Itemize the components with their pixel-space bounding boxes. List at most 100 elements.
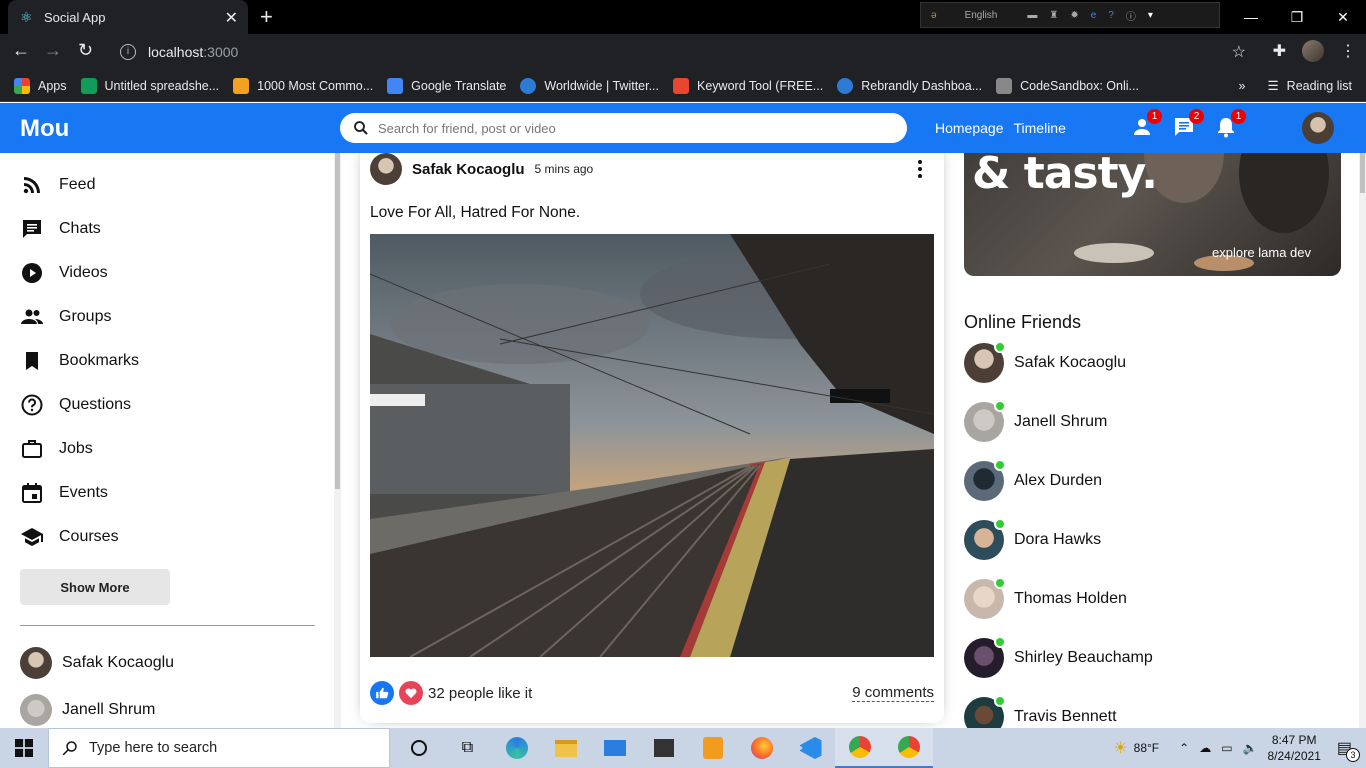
browser-tab[interactable]: ⚛ Social App ✕ <box>8 0 248 34</box>
friend-requests-button[interactable]: 1 <box>1130 109 1162 139</box>
sidebar-item-questions[interactable]: Questions <box>20 393 131 417</box>
notifications-button[interactable]: 1 <box>1214 109 1246 139</box>
more-vert-icon[interactable] <box>908 157 932 181</box>
bookmarks-overflow-button[interactable]: » <box>1239 79 1246 93</box>
minimize-icon[interactable]: — <box>1228 0 1274 34</box>
bookmark-rebrandly[interactable]: Rebrandly Dashboa... <box>837 77 982 94</box>
forward-arrow-icon[interactable]: → <box>44 40 62 61</box>
bookmark-keyword-tool[interactable]: Keyword Tool (FREE... <box>673 77 823 94</box>
clock[interactable]: 8:47 PM 8/24/2021 <box>1267 732 1320 764</box>
sidebar-item-videos[interactable]: Videos <box>20 261 108 285</box>
sidebar-item-groups[interactable]: Groups <box>20 305 111 329</box>
chevron-up-icon[interactable]: ⌃ <box>1179 741 1189 755</box>
reading-list-button[interactable]: ☰ Reading list <box>1267 78 1352 94</box>
site-info-icon[interactable]: i <box>120 44 136 60</box>
play-circle-icon <box>22 263 42 283</box>
online-friend[interactable]: Janell Shrum <box>964 400 1107 442</box>
file-explorer-app[interactable] <box>541 728 590 768</box>
bookmark-apps[interactable]: Apps <box>14 77 67 94</box>
sidebar-scroll-thumb[interactable] <box>335 153 340 489</box>
bookmark-codesandbox[interactable]: CodeSandbox: Onli... <box>996 77 1139 94</box>
help-icon[interactable]: ? <box>1108 10 1114 21</box>
search-input[interactable] <box>378 120 878 136</box>
store-app[interactable] <box>639 728 688 768</box>
page-scrollbar[interactable] <box>1359 153 1366 728</box>
start-button[interactable] <box>0 728 48 768</box>
online-friend[interactable]: Alex Durden <box>964 459 1102 501</box>
extension-icon[interactable]: ♜ <box>1049 10 1058 21</box>
task-view-button[interactable]: ⧉ <box>443 728 492 768</box>
ad-banner[interactable]: & tasty. explore lama dev <box>964 153 1341 276</box>
homepage-link[interactable]: Homepage <box>935 120 1004 136</box>
reload-icon[interactable]: ↻ <box>78 40 93 61</box>
gear-icon[interactable]: ✹ <box>1070 10 1078 21</box>
messages-button[interactable]: 2 <box>1172 109 1204 139</box>
network-icon[interactable]: ▭ <box>1221 741 1232 755</box>
sublime-app[interactable] <box>688 728 737 768</box>
love-button[interactable] <box>399 681 423 705</box>
address-bar[interactable]: i localhost:3000 <box>110 38 1260 66</box>
chrome-app-2[interactable] <box>884 728 933 768</box>
online-friend[interactable]: Thomas Holden <box>964 577 1127 619</box>
edge-app[interactable] <box>492 728 541 768</box>
avatar[interactable] <box>370 153 402 185</box>
chrome-app[interactable] <box>835 728 884 768</box>
online-friend[interactable]: Dora Hawks <box>964 518 1101 560</box>
language-label[interactable]: English <box>965 10 998 21</box>
url-host: localhost <box>148 44 204 60</box>
timeline-link[interactable]: Timeline <box>1014 120 1066 136</box>
bookmark-label: Worldwide | Twitter... <box>544 78 660 93</box>
extension-icon[interactable]: ▬ <box>1027 10 1037 21</box>
menu-kebab-icon[interactable]: ⋮ <box>1340 41 1356 61</box>
sidebar-item-chats[interactable]: Chats <box>20 217 101 241</box>
bookmark-star-icon[interactable]: ☆ <box>1232 42 1246 62</box>
weather-widget[interactable]: ☀ 88°F <box>1113 738 1159 758</box>
edge-icon[interactable]: e <box>1091 10 1097 21</box>
info-icon[interactable]: ⓘ <box>1126 8 1136 23</box>
sidebar-item-feed[interactable]: Feed <box>20 173 95 197</box>
taskbar-search[interactable]: Type here to search <box>48 728 390 768</box>
like-button[interactable] <box>370 681 394 705</box>
heart-icon <box>405 688 417 699</box>
avatar <box>20 694 52 726</box>
notification-center-button[interactable]: ▤ 3 <box>1337 738 1360 762</box>
volume-icon[interactable]: 🔈 <box>1243 741 1258 755</box>
restore-icon[interactable]: ❐ <box>1274 0 1320 34</box>
sidebar-friend[interactable]: Janell Shrum <box>20 694 155 726</box>
new-tab-button[interactable]: + <box>260 4 273 30</box>
mail-app[interactable] <box>590 728 639 768</box>
sidebar-item-jobs[interactable]: Jobs <box>20 437 93 461</box>
vscode-app[interactable] <box>786 728 835 768</box>
windows-logo-icon <box>15 739 33 757</box>
online-friend[interactable]: Travis Bennett <box>964 695 1117 728</box>
sidebar-friend[interactable]: Safak Kocaoglu <box>20 647 174 679</box>
bookmark-twitter[interactable]: Worldwide | Twitter... <box>520 77 660 94</box>
show-more-button[interactable]: Show More <box>20 569 170 605</box>
back-arrow-icon[interactable]: ← <box>12 40 30 61</box>
bookmark-translate[interactable]: Google Translate <box>387 77 506 94</box>
comments-link[interactable]: 9 comments <box>852 684 934 702</box>
close-window-icon[interactable]: ✕ <box>1320 0 1366 34</box>
friend-requests-badge: 1 <box>1147 109 1162 124</box>
onedrive-cloud-icon[interactable]: ☁ <box>1199 741 1211 755</box>
extension-icon[interactable]: ə <box>931 10 937 21</box>
sidebar-item-events[interactable]: Events <box>20 481 108 505</box>
profile-avatar[interactable] <box>1302 40 1324 62</box>
bookmark-spreadsheet[interactable]: Untitled spreadshe... <box>80 77 219 94</box>
app-logo[interactable]: Mou <box>20 115 69 143</box>
online-friend[interactable]: Safak Kocaoglu <box>964 341 1126 383</box>
bookmark-1000-words[interactable]: 1000 Most Commo... <box>233 77 373 94</box>
extensions-puzzle-icon[interactable]: ✚ <box>1273 41 1286 61</box>
close-tab-icon[interactable]: ✕ <box>225 8 238 28</box>
online-friend[interactable]: Shirley Beauchamp <box>964 636 1153 678</box>
sidebar-item-courses[interactable]: Courses <box>20 525 119 549</box>
post-username[interactable]: Safak Kocaoglu <box>412 161 525 178</box>
window-controls: — ❐ ✕ <box>1228 0 1366 34</box>
search-icon <box>354 121 368 135</box>
firefox-app[interactable] <box>737 728 786 768</box>
profile-avatar[interactable] <box>1302 112 1334 144</box>
cortana-button[interactable] <box>394 728 443 768</box>
sidebar-item-bookmarks[interactable]: Bookmarks <box>20 349 139 373</box>
page-scroll-thumb[interactable] <box>1360 153 1365 193</box>
dropdown-icon[interactable]: ▾ <box>1148 10 1153 21</box>
